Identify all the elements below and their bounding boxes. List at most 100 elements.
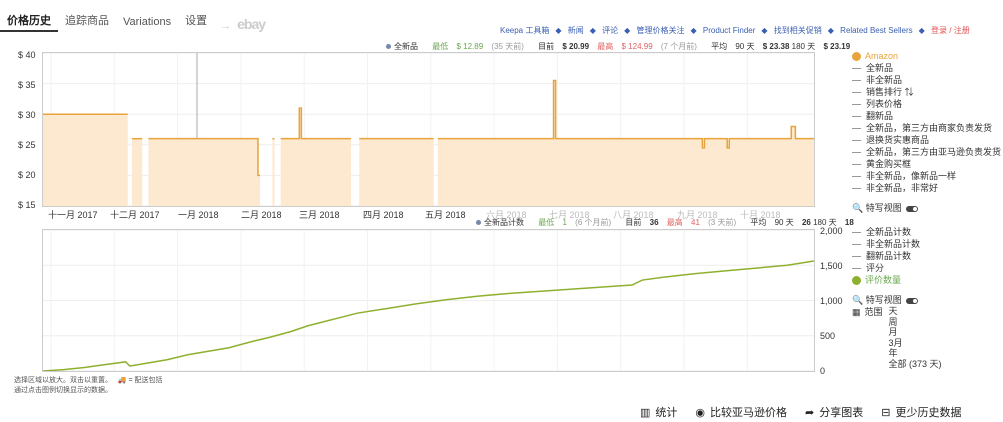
note-toggle: 通过点击图例切换显示的数据。 (14, 387, 112, 394)
price-xtick: 二月 2018 (241, 210, 282, 220)
link-related-deals[interactable]: 找到相关促销 (774, 26, 822, 35)
range-week[interactable]: 周 (889, 317, 942, 328)
price-xtick: 十二月 2017 (110, 210, 160, 220)
series-dot-icon (386, 44, 391, 50)
range-month[interactable]: 月 (889, 327, 942, 338)
tab-settings[interactable]: 设置 (178, 10, 214, 32)
legend-warehouse-deals[interactable]: 退换货实惠商品 (852, 134, 1001, 146)
dash-icon (852, 128, 861, 130)
legend-sales-rank[interactable]: 销售排行 ⇅ (852, 86, 1001, 98)
price-special-view-toggle[interactable]: 🔍 特写视图 (852, 202, 1001, 214)
less-history-button[interactable]: ⊟ 更少历史数据 (881, 404, 961, 420)
legend-used-like-new[interactable]: 非全新品，像新品一样 (852, 170, 1001, 182)
dash-icon (852, 256, 861, 258)
legend-used[interactable]: 非全新品 (852, 74, 1001, 86)
link-reviews[interactable]: 评论 (602, 26, 618, 35)
dash-icon (852, 104, 861, 106)
legend-refurbished[interactable]: 翻新品 (852, 110, 1001, 122)
price-legend: 全新品 最低 $ 12.89 (35 天前) 目前 $ 20.99 最高 $ 1… (386, 41, 856, 52)
ebay-logo[interactable]: ebay (237, 16, 266, 32)
price-line-segment (280, 107, 351, 140)
dash-icon (852, 176, 861, 178)
compare-amazon-button[interactable]: ◉ 比较亚马逊价格 (695, 404, 787, 420)
legend-refurb-count[interactable]: 翻新品计数 (852, 250, 942, 262)
range-3month[interactable]: 3月 (889, 338, 942, 349)
note-shipping: = 配送包括 (128, 377, 163, 384)
price-area-segment (359, 138, 434, 206)
dash-icon (852, 80, 861, 82)
price-history-chart[interactable] (42, 52, 815, 207)
reviews-count-chart[interactable] (42, 229, 815, 372)
link-related-best-sellers[interactable]: Related Best Sellers (840, 26, 912, 35)
price-ytick: $ 25 (18, 140, 36, 150)
legend-new[interactable]: 全新品 (852, 62, 1001, 74)
reviews-line (43, 260, 814, 371)
price-average: 平均 90 天 $ 23.38 180 天 $ 23.19 (711, 42, 851, 51)
legend-review-count[interactable]: 评价数量 (852, 274, 942, 286)
dash-icon (852, 92, 861, 94)
share-chart-button[interactable]: ➦ 分享图表 (805, 404, 863, 420)
legend-new-count[interactable]: 全新品计数 (852, 226, 942, 238)
dash-icon (852, 116, 861, 118)
dash-icon (852, 140, 861, 142)
price-chart-canvas[interactable] (43, 53, 814, 206)
legend-buy-box[interactable]: 黄金购买框 (852, 158, 1001, 170)
link-manage-price-watch[interactable]: 管理价格关注 (637, 26, 685, 35)
calendar-icon: ▦ (852, 307, 861, 317)
legend-new-fba[interactable]: 全新品，第三方由亚马逊负责发货 (852, 146, 1001, 158)
bar-chart-icon: ▥ (640, 406, 651, 419)
diamond-icon: ◆ (827, 26, 834, 35)
diamond-icon: ◆ (761, 26, 768, 35)
diamond-icon: ◆ (918, 26, 925, 35)
count-low: 最低 1 (6 个月前) (538, 218, 612, 227)
top-links: Keepa 工具箱 ◆ 新闻 ◆ 评论 ◆ 管理价格关注 ◆ Product Finde… (500, 25, 976, 36)
dash-icon (852, 244, 861, 246)
stats-button[interactable]: ▥ 统计 (640, 404, 677, 420)
legend-used-count[interactable]: 非全新品计数 (852, 238, 942, 250)
legend-list-price[interactable]: 列表价格 (852, 98, 1001, 110)
reviews-dot-icon (852, 276, 861, 286)
note-zoom: 选择区域以放大。双击以重置。 (14, 377, 112, 384)
range-year[interactable]: 年 (889, 348, 942, 359)
count-series-name: 全新品计数 (476, 218, 530, 227)
price-current: 目前 $ 20.99 (538, 42, 590, 51)
count-ytick: 2,000 (820, 226, 843, 236)
count-special-view-toggle[interactable]: 🔍 特写视图 (852, 294, 942, 306)
count-side-legend: 全新品计数 非全新品计数 翻新品计数 评分 评价数量 🔍 特写视图 ▦ 范围 天… (852, 226, 942, 369)
legend-new-fbm[interactable]: 全新品，第三方由商家负责发货 (852, 122, 1001, 134)
link-keepa-toolbox[interactable]: Keepa 工具箱 (500, 26, 549, 35)
price-side-legend: Amazon 全新品 非全新品 销售排行 ⇅ 列表价格 翻新品 全新品，第三方由… (852, 50, 1001, 214)
tab-price-history[interactable]: 价格历史 (0, 10, 58, 32)
price-area-segment (43, 114, 128, 206)
arrow-right-icon: → (220, 20, 232, 32)
bottom-toolbar: ▥ 统计 ◉ 比较亚马逊价格 ➦ 分享图表 ⊟ 更少历史数据 (640, 404, 961, 420)
dash-icon (852, 232, 861, 234)
range-all[interactable]: 全部 (373 天) (889, 359, 942, 370)
tab-tracked-products[interactable]: 追踪商品 (58, 10, 116, 32)
link-news[interactable]: 新闻 (568, 26, 584, 35)
count-chart-canvas[interactable] (43, 230, 814, 371)
magnifier-icon: 🔍 (852, 203, 864, 213)
link-login[interactable]: 登录 / 注册 (931, 26, 970, 35)
price-xtick: 四月 2018 (363, 210, 404, 220)
share-icon: ➦ (805, 406, 815, 419)
amazon-dot-icon (852, 52, 861, 62)
count-ytick: 500 (820, 331, 836, 341)
count-ytick: 1,000 (820, 296, 843, 306)
price-xtick: 三月 2018 (299, 210, 340, 220)
legend-amazon[interactable]: Amazon (852, 50, 1001, 62)
price-ytick: $ 15 (18, 200, 36, 210)
count-legend: 全新品计数 最低 1 (6 个月前) 目前 36 最高 41 (3 天前) 平均… (476, 217, 860, 228)
range-day[interactable]: 天 (889, 306, 942, 317)
count-ytick: 1,500 (820, 261, 843, 271)
dash-icon (852, 164, 861, 166)
dash-icon (852, 68, 861, 70)
tab-variations[interactable]: Variations (116, 14, 178, 32)
legend-used-very-good[interactable]: 非全新品，非常好 (852, 182, 1001, 194)
price-xtick: 十一月 2017 (48, 210, 98, 220)
dash-icon (852, 268, 861, 270)
magnifier-icon: 🔍 (852, 295, 864, 305)
legend-rating[interactable]: 评分 (852, 262, 942, 274)
count-ytick: 0 (820, 366, 826, 376)
link-product-finder[interactable]: Product Finder (703, 26, 755, 35)
